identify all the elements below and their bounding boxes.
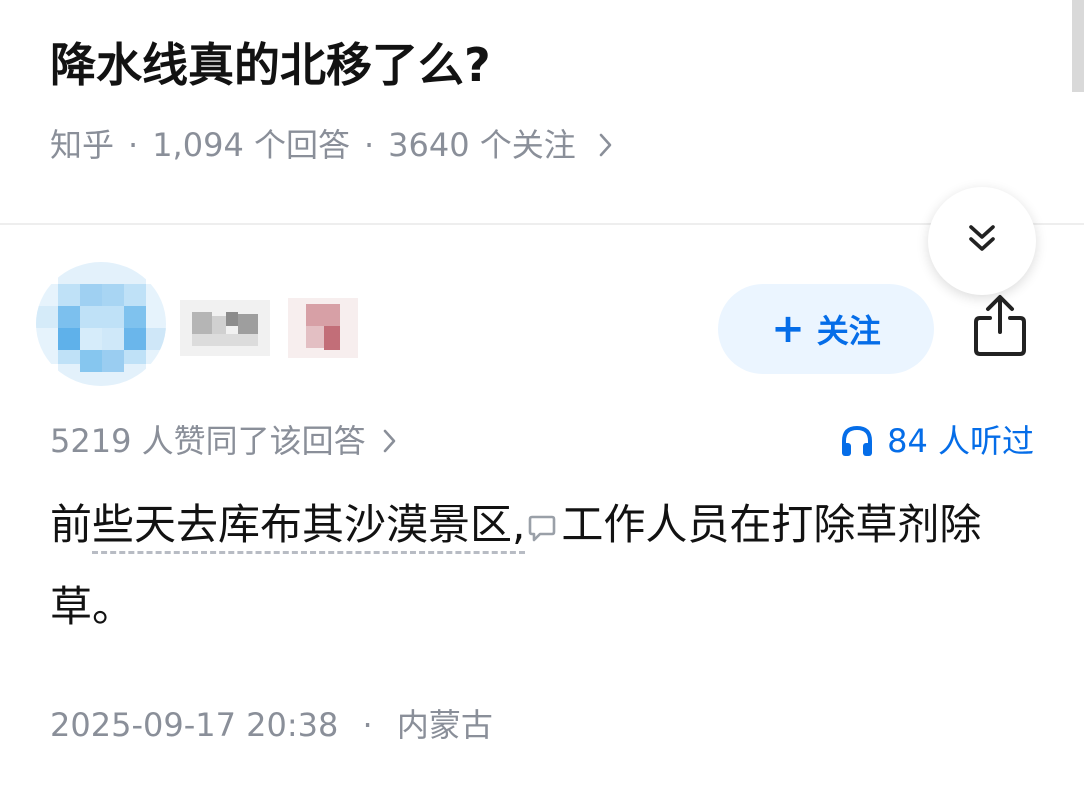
chevron-right-icon (382, 427, 398, 455)
chevron-right-icon (598, 131, 614, 159)
annotated-text[interactable]: 些天去库布其沙漠景区, (92, 500, 526, 554)
meta-separator: · (128, 126, 139, 164)
follow-button[interactable]: + 关注 (718, 284, 934, 374)
answer-page: 降水线真的北移了么? 知乎 · 1,094 个回答 · 3640 个关注 + 关… (0, 0, 1084, 789)
followers-count: 3640 个关注 (388, 126, 576, 164)
upvote-info[interactable]: 5219 人赞同了该回答 (50, 416, 398, 466)
question-source: 知乎 (50, 126, 115, 164)
listen-info[interactable]: 84 人听过 (839, 416, 1034, 466)
author-avatar[interactable] (36, 262, 166, 386)
author-name[interactable] (180, 300, 270, 356)
double-chevron-down-icon (964, 221, 1000, 261)
plus-icon: + (771, 306, 805, 352)
collapse-button[interactable] (928, 187, 1036, 295)
answer-text-start: 前 (50, 500, 93, 549)
footer-separator: · (362, 706, 373, 744)
author-badge (288, 298, 358, 358)
question-title[interactable]: 降水线真的北移了么? (50, 30, 491, 100)
scrollbar[interactable] (1072, 0, 1084, 92)
answer-location: 内蒙古 (396, 706, 493, 744)
comment-bubble-icon[interactable] (527, 493, 557, 569)
meta-separator: · (363, 126, 375, 164)
listen-count: 84 人听过 (887, 422, 1034, 460)
share-icon (972, 292, 1028, 362)
upvote-count: 5219 人赞同了该回答 (50, 422, 366, 460)
share-button[interactable] (966, 290, 1034, 364)
answers-count: 1,094 个回答 (152, 126, 350, 164)
headphone-icon (839, 423, 875, 459)
divider (0, 223, 1084, 225)
answer-footer: 2025-09-17 20:38 · 内蒙古 (50, 700, 493, 750)
question-meta[interactable]: 知乎 · 1,094 个回答 · 3640 个关注 (50, 122, 614, 168)
answer-content[interactable]: 前些天去库布其沙漠景区, 工作人员在打除草剂除草。 (50, 487, 1030, 645)
answer-datetime: 2025-09-17 20:38 (50, 706, 339, 744)
follow-label: 关注 (816, 312, 881, 350)
